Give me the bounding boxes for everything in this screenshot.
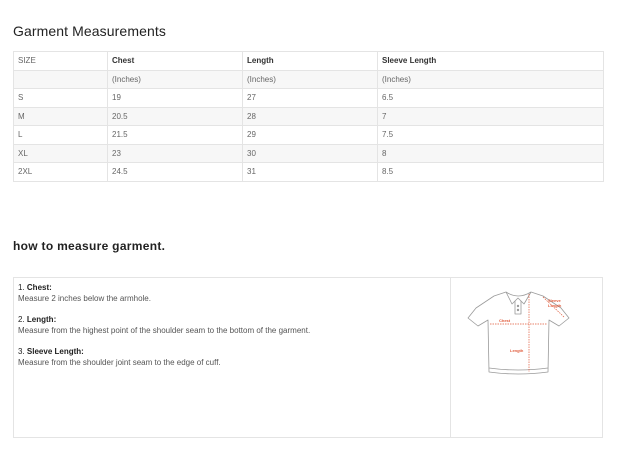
chest-label: Chest xyxy=(499,318,511,323)
table-cell: 20.5 xyxy=(107,106,243,126)
step-text: Measure from the highest point of the sh… xyxy=(18,325,311,335)
length-label: Length xyxy=(510,348,524,353)
step-label: Length: xyxy=(26,315,57,324)
step-number: 1. xyxy=(18,283,25,292)
table-cell: (Inches) xyxy=(242,69,378,89)
table-cell: XL xyxy=(13,143,108,163)
table-cell: 6.5 xyxy=(377,88,604,108)
measure-instructions-box: 1. Chest: Measure 2 inches below the arm… xyxy=(13,277,603,438)
step-label: Sleeve Length: xyxy=(26,347,84,356)
table-cell: 7.5 xyxy=(377,125,604,145)
table-cell: (Inches) xyxy=(377,69,604,89)
table-cell: 24.5 xyxy=(107,162,243,182)
table-cell: 8.5 xyxy=(377,162,604,182)
column-header-chest: Chest xyxy=(107,51,243,71)
table-row: 2XL 24.5 31 8.5 xyxy=(13,162,604,182)
table-cell: 28 xyxy=(242,106,378,126)
polo-shirt-diagram: Sleeve Length Chest Length xyxy=(467,291,570,375)
column-header-size: SIZE xyxy=(13,51,108,71)
table-cell: S xyxy=(13,88,108,108)
page-title: Garment Measurements xyxy=(13,23,166,39)
instruction-step: 3. Sleeve Length: Measure from the shoul… xyxy=(18,347,446,368)
size-table: SIZE Chest Length Sleeve Length (Inches)… xyxy=(13,51,604,182)
table-header-row: SIZE Chest Length Sleeve Length xyxy=(13,51,604,71)
table-cell: 21.5 xyxy=(107,125,243,145)
step-text: Measure from the shoulder joint seam to … xyxy=(18,357,221,367)
column-header-sleeve-length: Sleeve Length xyxy=(377,51,604,71)
table-cell: L xyxy=(13,125,108,145)
table-cell: 19 xyxy=(107,88,243,108)
instruction-step: 2. Length: Measure from the highest poin… xyxy=(18,315,446,336)
table-cell: 7 xyxy=(377,106,604,126)
step-number: 2. xyxy=(18,315,25,324)
section-title: how to measure garment. xyxy=(13,239,166,253)
table-cell: (Inches) xyxy=(107,69,243,89)
table-cell: 8 xyxy=(377,143,604,163)
table-unit-row: (Inches) (Inches) (Inches) xyxy=(13,69,604,89)
table-cell: 2XL xyxy=(13,162,108,182)
table-row: S 19 27 6.5 xyxy=(13,88,604,108)
instruction-list: 1. Chest: Measure 2 inches below the arm… xyxy=(18,283,446,379)
table-cell: M xyxy=(13,106,108,126)
table-row: L 21.5 29 7.5 xyxy=(13,125,604,145)
table-cell: 27 xyxy=(242,88,378,108)
table-cell: 30 xyxy=(242,143,378,163)
sleeve-label-2: Length xyxy=(548,303,562,308)
table-cell: 31 xyxy=(242,162,378,182)
table-cell: 29 xyxy=(242,125,378,145)
table-row: XL 23 30 8 xyxy=(13,143,604,163)
table-cell xyxy=(13,69,108,89)
shirt-hem xyxy=(488,367,549,371)
step-text: Measure 2 inches below the armhole. xyxy=(18,293,151,303)
step-label: Chest: xyxy=(26,283,52,292)
table-row: M 20.5 28 7 xyxy=(13,106,604,126)
shirt-placket xyxy=(514,301,522,315)
step-number: 3. xyxy=(18,347,25,356)
instruction-step: 1. Chest: Measure 2 inches below the arm… xyxy=(18,283,446,304)
column-divider xyxy=(450,278,451,437)
column-header-length: Length xyxy=(242,51,378,71)
table-cell: 23 xyxy=(107,143,243,163)
